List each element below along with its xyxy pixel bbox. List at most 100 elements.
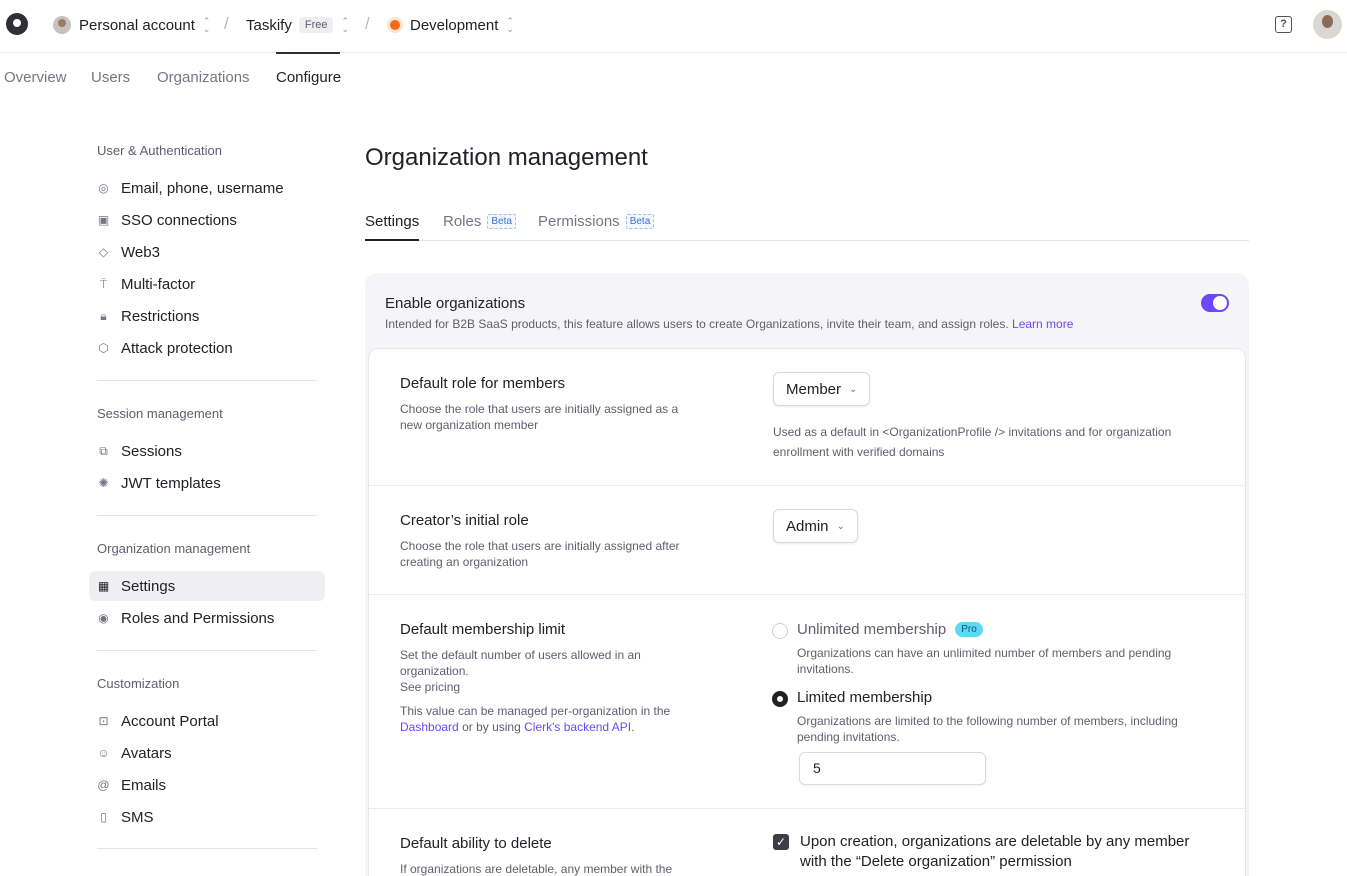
- sidebar-item-settings[interactable]: ▦ Settings: [89, 571, 325, 601]
- deletable-checkbox-label[interactable]: Upon creation, organizations are deletab…: [800, 832, 1220, 872]
- tab-settings[interactable]: Settings: [365, 213, 419, 230]
- avatar-icon: ☺: [97, 746, 110, 760]
- instance-name: Development: [410, 16, 499, 34]
- help-icon[interactable]: ?: [1275, 16, 1292, 33]
- clerk-logo-icon[interactable]: [6, 13, 28, 35]
- sessions-icon: ⧉: [99, 443, 108, 458]
- sidebar-item-sessions[interactable]: ⧉ Sessions: [89, 436, 325, 466]
- sidebar-section-title: User & Authentication: [97, 143, 223, 158]
- note-text: .: [631, 720, 635, 734]
- membership-limit-title: Default membership limit: [400, 621, 566, 638]
- shield-icon: ⬡: [98, 341, 109, 355]
- learn-more-link[interactable]: Learn more: [1012, 317, 1073, 331]
- unlimited-membership-radio[interactable]: [772, 623, 788, 639]
- sidebar-item-emails[interactable]: @ Emails: [89, 770, 325, 800]
- limited-membership-radio[interactable]: [772, 691, 788, 707]
- instance-switcher[interactable]: Development ⌃ ⌄: [390, 0, 514, 50]
- select-value: Member: [786, 380, 842, 398]
- app-switcher[interactable]: Taskify Free ⌃ ⌄: [246, 0, 349, 50]
- limited-membership-label[interactable]: Limited membership: [797, 689, 932, 706]
- lock-icon: 🔒︎: [100, 308, 107, 323]
- sidebar-item-multi-factor[interactable]: ⍑ Multi-factor: [89, 269, 325, 299]
- sidebar-item-label: Multi-factor: [121, 275, 196, 293]
- sidebar-item-label: Avatars: [121, 744, 172, 762]
- sidebar-item-label: Attack protection: [121, 339, 233, 357]
- tab-roles[interactable]: Roles Beta: [443, 213, 516, 230]
- dashboard-link[interactable]: Dashboard: [400, 720, 459, 734]
- backend-api-link[interactable]: Clerk's backend API: [524, 720, 631, 734]
- active-tab-indicator: [276, 52, 340, 54]
- sidebar-item-label: Roles and Permissions: [121, 609, 275, 627]
- sidebar-item-sso-connections[interactable]: ▣ SSO connections: [89, 205, 325, 235]
- radio-label-text: Unlimited membership: [797, 621, 947, 638]
- sidebar-item-label: Restrictions: [121, 307, 200, 325]
- account-name: Personal account: [79, 16, 195, 34]
- sidebar-item-sms[interactable]: ▯ SMS: [89, 802, 325, 832]
- nav-users[interactable]: Users: [91, 69, 130, 86]
- unlimited-membership-description: Organizations can have an unlimited numb…: [797, 646, 1172, 676]
- membership-limit-input[interactable]: 5: [799, 752, 986, 785]
- tab-bar: Settings Roles Beta Permissions Beta: [365, 208, 1249, 241]
- sidebar-item-jwt-templates[interactable]: ✺ JWT templates: [89, 468, 325, 498]
- main-navigation: Overview Users Organizations Configure: [0, 52, 1347, 101]
- building-icon: ▦: [97, 579, 110, 593]
- sidebar-item-restrictions[interactable]: 🔒︎ Restrictions: [89, 301, 325, 331]
- fingerprint-icon: ◎: [98, 181, 109, 195]
- creator-role-title: Creator’s initial role: [400, 512, 529, 529]
- membership-limit-description: Set the default number of users allowed …: [400, 648, 641, 678]
- sidebar-item-label: Emails: [121, 776, 167, 794]
- sidebar-item-avatars[interactable]: ☺ Avatars: [89, 738, 325, 768]
- sidebar-item-label: Settings: [121, 577, 176, 595]
- sidebar-divider: [97, 650, 317, 651]
- nav-configure[interactable]: Configure: [276, 69, 341, 86]
- chevron-down-icon: ⌄: [849, 383, 858, 395]
- roles-icon: ◉: [98, 611, 109, 625]
- tab-label: Settings: [365, 213, 420, 230]
- multi-factor-icon: ⍑: [99, 276, 108, 291]
- nav-organizations[interactable]: Organizations: [157, 69, 250, 86]
- sidebar-item-label: Web3: [121, 243, 160, 261]
- plan-badge: Free: [298, 17, 334, 33]
- select-value: Admin: [786, 517, 829, 535]
- enable-description-text: Intended for B2B SaaS products, this fea…: [385, 317, 1009, 331]
- sidebar-item-roles-and-permissions[interactable]: ◉ Roles and Permissions: [89, 603, 325, 633]
- enable-organizations-title: Enable organizations: [385, 295, 526, 312]
- tab-label: Permissions: [538, 213, 620, 230]
- sso-icon: ▣: [97, 213, 110, 227]
- sidebar-section-title: Organization management: [97, 541, 251, 556]
- active-tab-indicator: [365, 239, 419, 241]
- sidebar-item-label: SMS: [121, 808, 154, 826]
- enable-organizations-toggle[interactable]: [1201, 294, 1229, 312]
- creator-role-row: Creator’s initial role Choose the role t…: [369, 486, 1245, 595]
- see-pricing-link[interactable]: See pricing: [400, 679, 700, 695]
- membership-limit-row: Default membership limit Set the default…: [369, 595, 1245, 809]
- user-avatar[interactable]: [1313, 10, 1342, 39]
- beta-badge: Beta: [487, 214, 516, 229]
- unlimited-membership-label[interactable]: Unlimited membership Pro: [797, 621, 983, 638]
- sidebar-divider: [97, 848, 317, 849]
- default-role-help: Used as a default in <OrganizationProfil…: [773, 425, 1172, 459]
- tab-permissions[interactable]: Permissions Beta: [538, 213, 655, 230]
- sidebar-item-attack-protection[interactable]: ⬡ Attack protection: [89, 333, 325, 363]
- chevron-up-down-icon: ⌃ ⌄: [341, 16, 350, 34]
- creator-role-description: Choose the role that users are initially…: [400, 539, 680, 569]
- top-bar: Personal account ⌃ ⌄ / Taskify Free ⌃ ⌄ / …: [0, 0, 1347, 53]
- portal-icon: ⊡: [98, 714, 109, 728]
- sidebar-item-email-phone-username[interactable]: ◎ Email, phone, username: [89, 173, 325, 203]
- sidebar-item-web3[interactable]: ◇ Web3: [89, 237, 325, 267]
- sidebar-item-account-portal[interactable]: ⊡ Account Portal: [89, 706, 325, 736]
- jwt-icon: ✺: [98, 476, 109, 490]
- organization-settings-panel: Default role for members Choose the role…: [368, 348, 1246, 876]
- chevron-down-icon: ⌄: [836, 520, 845, 532]
- sidebar-item-label: Account Portal: [121, 712, 219, 730]
- app-name: Taskify: [246, 16, 292, 34]
- nav-overview[interactable]: Overview: [4, 69, 67, 86]
- sidebar-divider: [97, 380, 317, 381]
- default-role-title: Default role for members: [400, 375, 566, 392]
- note-text: This value can be managed per-organizati…: [400, 704, 671, 718]
- default-role-select[interactable]: Member ⌄: [773, 372, 871, 406]
- sidebar-item-label: Email, phone, username: [121, 179, 284, 197]
- deletable-checkbox[interactable]: ✓: [773, 834, 789, 850]
- creator-role-select[interactable]: Admin ⌄: [773, 509, 858, 543]
- account-switcher[interactable]: Personal account ⌃ ⌄: [53, 0, 210, 50]
